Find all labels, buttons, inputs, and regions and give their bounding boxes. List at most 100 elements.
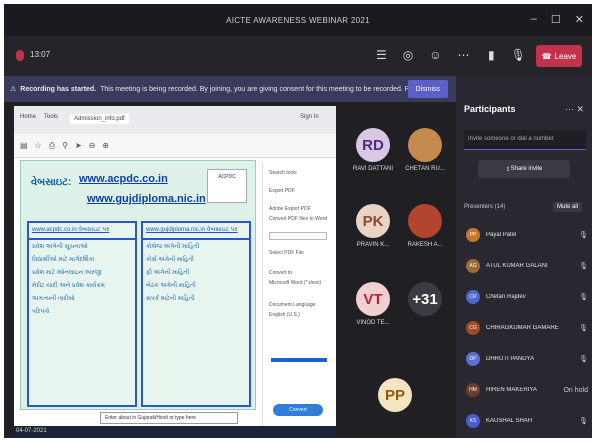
avatar: DP (466, 352, 480, 366)
side-panel-item: Export PDF (269, 188, 295, 194)
side-panel-field (269, 232, 327, 240)
recording-indicator-icon (16, 50, 24, 61)
participant-row[interactable]: AG ATUL KUMAR GALANI 🎙 (466, 253, 588, 279)
left-column: www.acpdc.co.in વેબસાઇટ પર પ્રવેશ અંગેની… (27, 221, 137, 407)
title-bar: AICTE AWARENESS WEBINAR 2021 – ☐ ✕ (4, 4, 592, 36)
participant-row[interactable]: PP Payal Patel 🎙 (466, 222, 588, 248)
list-item: અગત્યની તારીખો (32, 296, 75, 302)
more-icon[interactable]: ⋯ (565, 104, 574, 114)
alert-icon: ⚠ (10, 86, 17, 93)
participant-tile[interactable]: PP (370, 378, 420, 416)
doc-heading: વેબસાઇટ: (31, 177, 72, 188)
taskbar-clock: 04-07-2021 (16, 428, 47, 434)
minimize-icon[interactable]: – (531, 13, 537, 26)
side-panel-item: Microsoft Word (*.docx) (269, 280, 322, 286)
participant-tile[interactable]: VT VINOD TE... (348, 282, 398, 326)
close-icon[interactable]: ✕ (575, 13, 584, 26)
side-panel-item: Search tools (269, 170, 297, 176)
overflow-tile[interactable]: +31 (400, 282, 450, 320)
teams-window: AICTE AWARENESS WEBINAR 2021 – ☐ ✕ 13:07… (4, 4, 592, 438)
list-item: મેરીટ યાદી અને પ્રવેશ કાર્યક્રમ (32, 283, 105, 289)
right-column-heading: www.gujdiploma.nic.in વેબસાઇટ પર (143, 223, 249, 240)
participant-name: CHIRAGKUMAR GAMARE (486, 325, 559, 331)
mic-off-icon: 🎙 (579, 325, 588, 332)
presenters-header[interactable]: Presenters (14) (464, 204, 505, 210)
star-icon: ☆ (34, 141, 42, 150)
zoom-in-icon: ⊕ (102, 141, 110, 150)
leave-button[interactable]: ☎ Leave (536, 45, 582, 67)
list-item: વિદ્યાર્થીઓ માટે માર્ગદર્શિકા (32, 257, 95, 263)
maximize-icon[interactable]: ☐ (551, 13, 561, 26)
mic-off-icon: 🎙 (579, 356, 588, 363)
participant-name: HIREN MAKERIYA (486, 387, 537, 393)
left-column-heading: www.acpdc.co.in વેબસાઇટ પર (29, 223, 135, 240)
avatar: AG (466, 259, 480, 273)
dismiss-button[interactable]: Dismiss (407, 80, 448, 98)
avatar: HM (466, 383, 480, 397)
acpdc-logo: ACPDC (207, 169, 247, 203)
invite-input[interactable]: Invite someone or dial a number (464, 130, 586, 150)
mic-off-icon: 🎙 (579, 418, 588, 425)
reactions-icon[interactable]: ☺ (429, 48, 441, 62)
doc-link-gujdiploma: www.gujdiploma.nic.in (87, 193, 206, 205)
tile-label: PRAVIN K... (356, 242, 390, 248)
chat-icon[interactable]: ◎ (403, 48, 413, 62)
participant-row[interactable]: CG CHIRAGKUMAR GAMARE 🎙 (466, 315, 588, 341)
window-title: AICTE AWARENESS WEBINAR 2021 (226, 15, 370, 25)
list-item: પ્રવેશ અંગેની સૂચનાઓ (32, 244, 88, 250)
camera-icon[interactable]: ▮ (488, 48, 495, 62)
avatar (408, 128, 442, 162)
search-icon: ⚲ (62, 141, 68, 150)
windows-taskbar: 04-07-2021 (14, 426, 336, 438)
participant-tile[interactable]: RD RAVI DATTANI (348, 128, 398, 172)
list-item: પરિપત્રો (32, 309, 50, 315)
avatar: CR (466, 290, 480, 304)
list-item: કોર્સ અંગેની માહિતી (146, 257, 194, 263)
side-panel-item: English (U.S.) (269, 312, 300, 318)
list-item: સંપર્ક માટેની માહિતી (146, 296, 195, 302)
tile-label: RAVI DATTANI (352, 166, 393, 172)
avatar (408, 204, 442, 238)
more-actions-icon[interactable]: ⋯ (458, 48, 470, 62)
tile-label: VINOD TE... (356, 320, 390, 326)
participant-name: KAUSHAL SHAH (486, 418, 533, 424)
mute-all-button[interactable]: Mute all (552, 202, 582, 212)
share-invite-button[interactable]: ⇪ Share invite (478, 160, 570, 178)
tab-tools: Tools (44, 114, 59, 120)
pdf-side-panel: Search tools Export PDF Adobe Export PDF… (262, 162, 332, 434)
document-page: વેબસાઇટ: www.acpdc.co.in www.gujdiploma.… (20, 160, 256, 410)
side-panel-item: Document Language (269, 302, 316, 308)
meeting-timer: 13:07 (30, 50, 51, 59)
participant-tile[interactable]: PK PRAVIN K... (348, 204, 398, 248)
tab-home: Home (20, 114, 37, 120)
window-controls: – ☐ ✕ (531, 13, 584, 26)
participant-row[interactable]: KS KAUSHAL SHAH 🎙 (466, 408, 588, 434)
leave-label: Leave (554, 51, 577, 61)
save-icon: ▤ (20, 141, 28, 150)
tile-label: CHETAN RU... (405, 166, 445, 172)
convert-button: Convert (273, 404, 323, 416)
avatar: VT (356, 282, 390, 316)
participants-toggle-icon[interactable]: ☰ (376, 48, 387, 62)
zoom-out-icon: ⊖ (88, 141, 96, 150)
recording-banner: ⚠ Recording has started. This meeting is… (4, 76, 456, 102)
doc-link-acpdc: www.acpdc.co.in (79, 173, 168, 185)
microphone-icon[interactable]: 🎙 (511, 48, 526, 62)
participant-tile[interactable]: CHETAN RU... (400, 128, 450, 172)
overflow-count: +31 (408, 282, 442, 316)
participants-panel: Participants ⋯ ✕ Invite someone or dial … (456, 76, 592, 438)
participant-status: On hold (563, 386, 588, 394)
mic-off-icon: 🎙 (579, 294, 588, 301)
participant-name: ATUL KUMAR GALANI (486, 263, 548, 269)
side-panel-item: Select PDF File (269, 250, 304, 256)
avatar: KS (466, 414, 480, 428)
avatar: PK (356, 204, 390, 238)
avatar: CG (466, 321, 480, 335)
meeting-toolbar: 13:07 ☰ ◎ ☺ ⋯ ▮ 🎙 ▣ ☎ Leave (4, 36, 592, 76)
close-panel-icon[interactable]: ✕ (576, 104, 584, 114)
participant-row[interactable]: HM HIREN MAKERIYA On hold (466, 377, 588, 403)
participant-row[interactable]: DP DHRUTI PANDYA 🎙 (466, 346, 588, 372)
participant-tile[interactable]: RAKESH A... (400, 204, 450, 248)
participant-row[interactable]: CR Chetan Rajdev 🎙 (466, 284, 588, 310)
share-invite-label: Share invite (510, 166, 543, 172)
